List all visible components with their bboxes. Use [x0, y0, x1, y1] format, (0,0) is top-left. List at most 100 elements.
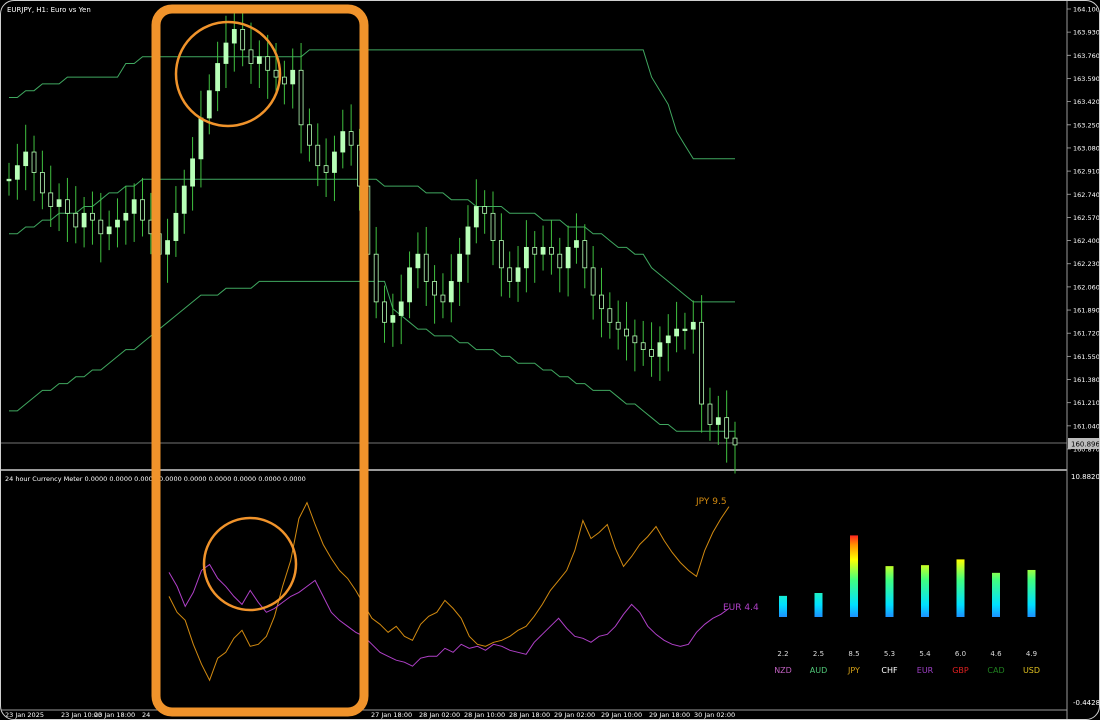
candle-body [415, 253, 421, 269]
candle-body [181, 185, 187, 214]
price-tick-label: 164.100 [1073, 6, 1100, 14]
time-tick-label: 29 Jan 18:00 [649, 711, 690, 719]
strength-value-eur: 5.4 [919, 650, 931, 658]
currency-label-usd: USD [1023, 666, 1040, 675]
candle-body [273, 69, 279, 78]
price-tick-label: 162.910 [1073, 168, 1100, 176]
price-tick-label: 161.890 [1073, 307, 1100, 315]
candle-body [640, 342, 646, 350]
candle-body [173, 212, 179, 241]
price-tick-label: 163.250 [1073, 121, 1100, 129]
candle-body [515, 267, 521, 282]
candle-body [565, 246, 571, 269]
candle-body [123, 212, 129, 221]
candle-body [31, 151, 37, 173]
strength-bar-aud [814, 593, 823, 617]
candle-body [423, 253, 429, 282]
upper-band-line [9, 49, 735, 160]
meter-series-eur [168, 563, 730, 667]
candle-body [657, 342, 663, 357]
candle-body [448, 281, 454, 303]
time-tick-label: 23 Jan 18:00 [94, 711, 135, 719]
chart-canvas: EURJPY, H1: Euro vs Yen 164.100163.93016… [1, 1, 1100, 719]
candle-body [724, 417, 730, 439]
candle-body [699, 321, 705, 405]
candle-body [315, 144, 321, 167]
currency-label-chf: CHF [881, 666, 898, 675]
candle-body [615, 321, 621, 330]
strength-bar-chf [885, 566, 894, 617]
candle-body [407, 267, 412, 303]
strength-value-usd: 4.9 [1026, 650, 1037, 658]
price-tick-label: 163.930 [1073, 29, 1100, 37]
candle-body [490, 212, 496, 241]
currency-label-cad: CAD [987, 666, 1004, 675]
time-tick-label: 30 Jan 02:00 [694, 711, 735, 719]
time-tick-label: 23 Jan 2025 [5, 711, 44, 719]
candle-body [732, 437, 738, 446]
currency-label-jpy: JPY [847, 666, 860, 675]
indicator-axis-min: -0.4428 [1073, 699, 1100, 707]
currency-label-eur: EUR [917, 666, 934, 675]
candle-body [340, 131, 346, 153]
price-tick-label: 162.230 [1073, 260, 1100, 268]
price-tick-label: 161.210 [1073, 399, 1100, 407]
meter-series-jpy [168, 501, 730, 682]
candle-body [131, 199, 137, 214]
candle-body [198, 117, 204, 160]
price-tick-label: 163.420 [1073, 98, 1100, 106]
candle-body [256, 56, 262, 64]
strength-value-gbp: 6.0 [955, 650, 966, 658]
time-tick-label: 27 Jan 18:00 [371, 711, 412, 719]
candle-body [674, 328, 679, 337]
price-tick-label: 163.080 [1073, 144, 1100, 152]
candle-body [190, 158, 195, 187]
candle-body [73, 212, 79, 228]
price-tick-label: 161.380 [1073, 376, 1100, 384]
strength-value-cad: 4.6 [990, 650, 1002, 658]
candle-body [532, 246, 538, 255]
current-price-value: 160.896 [1071, 441, 1100, 449]
strength-bar-eur [921, 565, 929, 617]
candle-body [507, 267, 513, 282]
candle-body [440, 294, 446, 303]
price-tick-label: 162.740 [1073, 191, 1100, 199]
candle-body [39, 172, 45, 194]
candle-body [590, 267, 596, 296]
candle-body [549, 246, 554, 255]
candle-body [465, 226, 471, 255]
candle-body [373, 253, 379, 303]
candle-body [715, 417, 721, 425]
candle-body [307, 124, 312, 146]
strength-value-chf: 5.3 [884, 650, 895, 658]
candle-body [382, 301, 387, 323]
candle-body [265, 56, 271, 71]
candle-body [457, 253, 463, 282]
price-tick-label: 161.720 [1073, 330, 1100, 338]
candle-body [707, 403, 713, 425]
time-tick-label: 29 Jan 10:00 [601, 711, 642, 719]
candle-body [348, 131, 354, 146]
candle-body [290, 69, 296, 85]
candle-body [14, 165, 20, 180]
currency-label-aud: AUD [810, 666, 828, 675]
candle-body [106, 226, 112, 235]
candle-body [81, 212, 87, 228]
candle-body [56, 199, 62, 207]
candle-body [281, 76, 287, 85]
currency-meter-lines [168, 501, 730, 682]
candle-body [473, 206, 479, 228]
jpy-line-label: JPY 9.5 [695, 497, 727, 507]
time-tick-label: 28 Jan 18:00 [509, 711, 550, 719]
currency-label-nzd: NZD [774, 666, 792, 675]
price-tick-label: 162.400 [1073, 237, 1100, 245]
candle-body [23, 151, 29, 167]
candle-body [540, 246, 546, 255]
price-tick-label: 161.550 [1073, 353, 1100, 361]
candle-body [624, 328, 629, 337]
candle-body [574, 240, 579, 248]
strength-bar-gbp [956, 559, 965, 617]
eur-line-label: EUR 4.4 [723, 603, 759, 613]
candle-body [6, 178, 12, 182]
candle-body [390, 315, 396, 323]
